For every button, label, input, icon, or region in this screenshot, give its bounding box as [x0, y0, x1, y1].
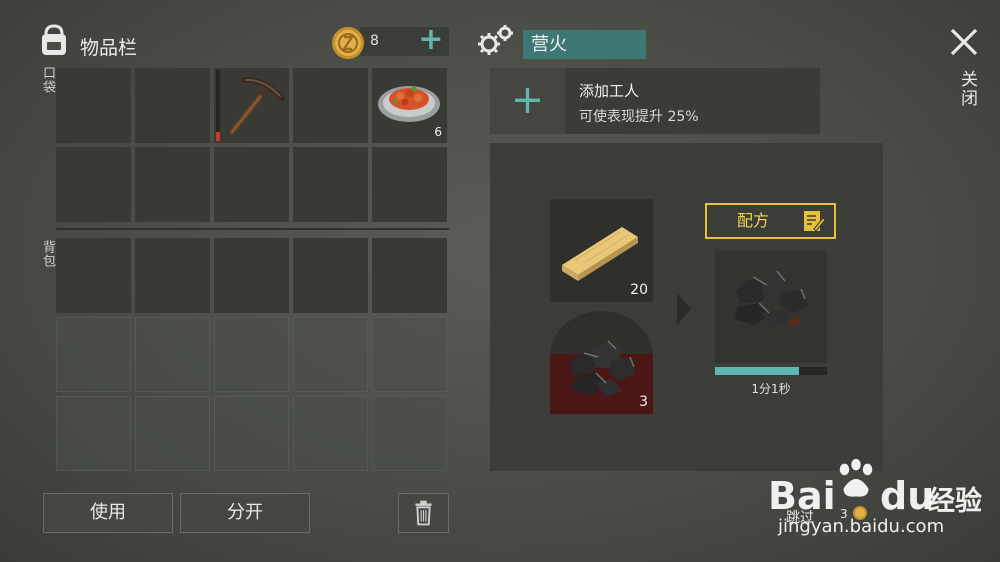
locked-slot	[135, 317, 210, 392]
inventory-title: 物品栏	[80, 37, 138, 59]
recipe-book-icon	[804, 211, 826, 232]
backpack-icon	[42, 24, 66, 55]
pocket-slot[interactable]	[372, 147, 447, 222]
craft-time: 1分1秒	[751, 382, 791, 396]
pickaxe-icon	[229, 76, 285, 135]
pocket-slot-pickaxe[interactable]	[214, 68, 289, 143]
section-divider	[56, 228, 449, 230]
add-worker-button[interactable]: +	[490, 68, 565, 134]
station-title: 营火	[523, 30, 646, 59]
add-worker-title: 添加工人	[579, 82, 640, 100]
locked-slot	[214, 317, 289, 392]
pocket-slot[interactable]	[135, 68, 210, 143]
backpack-slot[interactable]	[56, 238, 131, 313]
close-label[interactable]: 关闭	[955, 70, 980, 108]
backpack-slot[interactable]	[214, 238, 289, 313]
backpack-slot[interactable]	[372, 238, 447, 313]
locked-slot	[135, 396, 210, 471]
use-button[interactable]: 使用	[43, 493, 173, 533]
backpack-slot[interactable]	[135, 238, 210, 313]
trash-button[interactable]	[398, 493, 449, 533]
watermark-url: jingyan.baidu.com	[778, 516, 945, 537]
input-quantity: 3	[639, 394, 648, 410]
item-quantity: 6	[434, 125, 442, 139]
coin-count: 8	[370, 33, 379, 49]
trash-icon	[415, 500, 432, 526]
add-worker-description: 可使表现提升 25%	[579, 109, 699, 125]
paw-logo-icon	[839, 458, 873, 497]
pocket-slot[interactable]	[135, 147, 210, 222]
locked-slot	[56, 317, 131, 392]
add-worker-panel[interactable]: + 添加工人 可使表现提升 25%	[490, 68, 820, 134]
coal-icon	[735, 270, 809, 329]
split-button[interactable]: 分开	[180, 493, 310, 533]
close-icon[interactable]	[948, 26, 980, 58]
add-coins-button[interactable]: +	[418, 25, 444, 56]
locked-slot	[372, 396, 447, 471]
pocket-slot[interactable]	[56, 147, 131, 222]
pocket-label: 口袋	[40, 66, 55, 94]
recipe-label: 配方	[737, 211, 770, 230]
coin-icon	[332, 27, 364, 59]
watermark-brand: Bai	[768, 474, 836, 518]
watermark-brand-suffix: du	[880, 474, 935, 518]
crafting-panel: 20 3 配方 1分1秒	[490, 143, 883, 471]
pocket-slot[interactable]	[293, 68, 368, 143]
coal-icon	[568, 340, 636, 397]
pocket-slot[interactable]	[214, 147, 289, 222]
watermark-product: 经验	[928, 486, 982, 517]
arrow-right-icon	[677, 293, 691, 325]
craft-progress-bar	[715, 367, 827, 375]
pocket-slot[interactable]	[293, 147, 368, 222]
pocket-grid: 6	[56, 68, 447, 222]
locked-slot	[293, 396, 368, 471]
input-slot-wood[interactable]: 20	[550, 199, 653, 302]
output-slot[interactable]	[715, 251, 827, 363]
input-slot-coal[interactable]: 3	[550, 311, 653, 414]
backpack-label: 背包	[40, 240, 55, 268]
pocket-slot-food[interactable]: 6	[372, 68, 447, 143]
gear-icon	[478, 25, 513, 55]
locked-slot	[293, 317, 368, 392]
locked-slot	[56, 396, 131, 471]
backpack-grid	[56, 238, 447, 471]
locked-slot	[372, 317, 447, 392]
input-quantity: 20	[630, 282, 648, 298]
pocket-slot[interactable]	[56, 68, 131, 143]
baidu-watermark: Bai du 经验 jingyan.baidu.com	[768, 458, 983, 544]
backpack-slot[interactable]	[293, 238, 368, 313]
locked-slot	[214, 396, 289, 471]
recipe-button[interactable]: 配方	[705, 203, 836, 239]
